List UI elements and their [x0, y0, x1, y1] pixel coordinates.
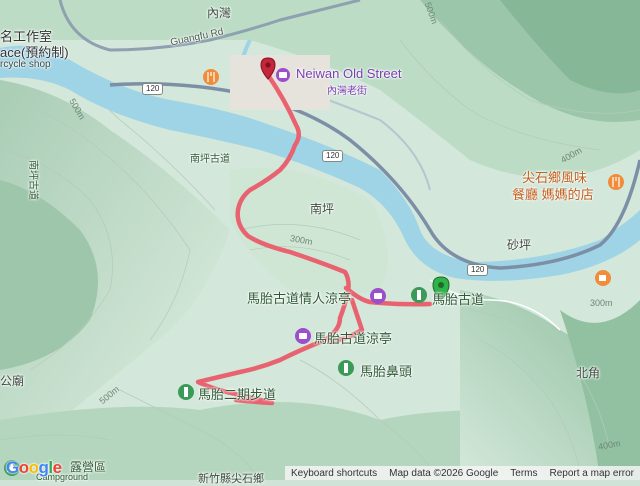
- label-neiwan: 內灣: [207, 6, 232, 20]
- label-old-street-cn[interactable]: 內灣老街: [327, 82, 367, 97]
- restaurant-icon-right[interactable]: [608, 174, 624, 190]
- attraction-icon-lovers-pavilion[interactable]: [370, 288, 386, 304]
- label-bottom-town: 新竹縣尖石鄉: [198, 473, 264, 485]
- label-shaping: 砂坪: [507, 238, 532, 252]
- attraction-icon-pavilion[interactable]: [295, 328, 311, 344]
- label-matai-trail[interactable]: 馬胎古道: [432, 289, 484, 308]
- label-matai-phase2[interactable]: 馬胎二期步道: [198, 384, 276, 403]
- trail-icon-nose[interactable]: [338, 360, 354, 376]
- label-matai-nose[interactable]: 馬胎鼻頭: [360, 361, 412, 380]
- attraction-icon-old-street[interactable]: [276, 68, 290, 82]
- label-gongmiao: 公廟: [0, 374, 25, 388]
- label-nanping-trail: 南坪古道: [190, 154, 230, 165]
- road-shield-120: 120: [467, 264, 489, 276]
- trail-icon-matai[interactable]: [411, 287, 427, 303]
- cafe-icon[interactable]: [595, 270, 611, 286]
- keyboard-shortcuts-link[interactable]: Keyboard shortcuts: [285, 468, 383, 479]
- google-logo: Google: [6, 458, 62, 477]
- label-old-street-en[interactable]: Neiwan Old Street: [296, 66, 402, 81]
- terms-link[interactable]: Terms: [504, 468, 543, 479]
- road-shield-120: 120: [142, 83, 164, 95]
- map-footer: Keyboard shortcuts Map data ©2026 Google…: [284, 466, 640, 480]
- road-shield-120: 120: [322, 150, 344, 162]
- label-nanping: 南坪: [310, 202, 335, 216]
- elevation-label: 300m: [590, 298, 613, 308]
- label-lovers-pavilion[interactable]: 馬胎古道情人涼亭: [247, 288, 351, 307]
- map-data-text: Map data ©2026 Google: [389, 467, 499, 479]
- label-ancient-pavilion[interactable]: 馬胎古道涼亭: [314, 328, 392, 347]
- label-nanping-trail-vertical: 南坪古道: [27, 160, 38, 200]
- label-studio-bottom: rcycle shop: [0, 59, 51, 70]
- label-restaurant-line2[interactable]: 餐廳 媽媽的店: [512, 184, 594, 203]
- label-beijiao: 北角: [576, 366, 601, 380]
- report-error-link[interactable]: Report a map error: [544, 468, 640, 479]
- restaurant-icon[interactable]: [203, 69, 219, 85]
- trail-icon-phase2[interactable]: [178, 384, 194, 400]
